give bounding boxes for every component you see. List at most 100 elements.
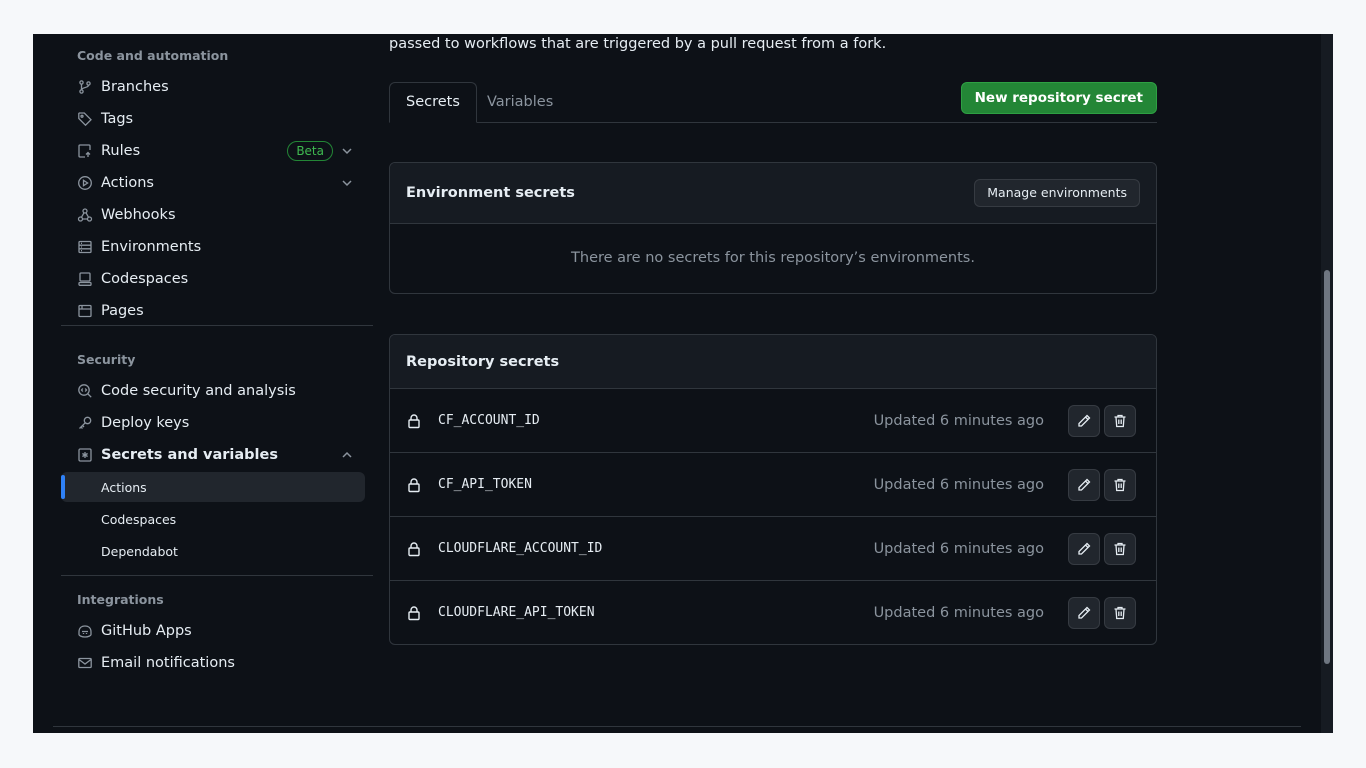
browser-icon (77, 303, 93, 319)
chevron-down-icon[interactable] (339, 143, 355, 159)
secret-row: CF_ACCOUNT_ID Updated 6 minutes ago (390, 389, 1156, 452)
mail-icon (77, 655, 93, 671)
delete-secret-button[interactable] (1104, 532, 1136, 565)
secret-name: CLOUDFLARE_API_TOKEN (438, 605, 595, 620)
repository-secrets-title: Repository secrets (406, 353, 560, 370)
lock-icon (408, 477, 420, 492)
sidebar-item-codespaces[interactable]: Codespaces (61, 263, 365, 295)
section-title-code-automation: Code and automation (77, 48, 229, 63)
asterisk-icon (77, 447, 93, 463)
footer-divider (53, 726, 1301, 727)
sidebar-item-rules[interactable]: Rules Beta (61, 135, 365, 167)
section-title-integrations: Integrations (77, 592, 164, 607)
sidebar-item-tags[interactable]: Tags (61, 103, 365, 135)
secret-row: CLOUDFLARE_ACCOUNT_ID Updated 6 minutes … (390, 516, 1156, 580)
sidebar-item-label: Tags (101, 111, 134, 127)
sidebar-divider (61, 325, 373, 326)
sidebar-item-label: Code security and analysis (101, 383, 296, 399)
secret-updated: Updated 6 minutes ago (873, 604, 1044, 621)
server-icon (77, 239, 93, 255)
delete-secret-button[interactable] (1104, 404, 1136, 437)
chevron-down-icon[interactable] (339, 175, 355, 191)
sidebar-subitem-label: Actions (101, 479, 147, 495)
sidebar-item-label: Email notifications (101, 655, 235, 671)
environment-secrets-header: Environment secrets Manage environments (390, 163, 1156, 224)
sidebar-item-email-notifications[interactable]: Email notifications (61, 647, 365, 679)
delete-secret-button[interactable] (1104, 596, 1136, 629)
sidebar-subitem-label: Dependabot (101, 543, 178, 559)
active-indicator (61, 475, 65, 499)
secret-name: CF_API_TOKEN (438, 477, 532, 492)
new-repository-secret-button[interactable]: New repository secret (960, 82, 1157, 114)
environment-secrets-box: Environment secrets Manage environments … (389, 162, 1157, 294)
repository-secrets-header: Repository secrets (390, 335, 1156, 389)
trash-icon (1114, 606, 1126, 619)
manage-environments-button[interactable]: Manage environments (974, 179, 1140, 207)
beta-badge: Beta (287, 141, 333, 161)
pencil-icon (1078, 542, 1091, 555)
browser-viewport: Code and automation Branches Tags Rules … (33, 34, 1333, 733)
sidebar-item-label: Environments (101, 239, 202, 255)
environment-secrets-title: Environment secrets (406, 185, 575, 201)
sidebar-item-label: Rules (101, 143, 141, 159)
trash-icon (1114, 478, 1126, 491)
rules-icon (77, 143, 93, 159)
secrets-list: CF_ACCOUNT_ID Updated 6 minutes ago CF_A… (390, 389, 1156, 644)
sidebar-subitem-codespaces[interactable]: Codespaces (61, 504, 365, 534)
sidebar-item-deploy-keys[interactable]: Deploy keys (61, 407, 365, 439)
section-title-security: Security (77, 352, 136, 367)
page-scrollbar[interactable] (1321, 34, 1333, 733)
delete-secret-button[interactable] (1104, 468, 1136, 501)
git-branch-icon (77, 79, 93, 95)
edit-secret-button[interactable] (1068, 596, 1100, 629)
sidebar-item-code-security[interactable]: Code security and analysis (61, 375, 365, 407)
tab-secrets[interactable]: Secrets (389, 82, 477, 123)
secret-updated: Updated 6 minutes ago (873, 412, 1044, 429)
scrollbar-thumb[interactable] (1324, 270, 1330, 664)
sidebar-item-label: Secrets and variables (101, 447, 278, 463)
secret-name: CF_ACCOUNT_ID (438, 413, 540, 428)
lock-icon (408, 541, 420, 556)
edit-secret-button[interactable] (1068, 404, 1100, 437)
sidebar-subitem-dependabot[interactable]: Dependabot (61, 536, 365, 566)
sidebar-subitem-actions[interactable]: Actions (61, 472, 365, 502)
sidebar-item-label: Deploy keys (101, 415, 190, 431)
sidebar-item-label: Webhooks (101, 207, 176, 223)
sidebar-item-actions[interactable]: Actions (61, 167, 365, 199)
secret-name: CLOUDFLARE_ACCOUNT_ID (438, 541, 603, 556)
tag-icon (77, 111, 93, 127)
trash-icon (1114, 542, 1126, 555)
sidebar-item-pages[interactable]: Pages (61, 295, 365, 327)
pencil-icon (1078, 414, 1091, 427)
lock-icon (408, 605, 420, 620)
play-icon (77, 175, 93, 191)
sidebar-divider (61, 575, 373, 576)
secret-row: CF_API_TOKEN Updated 6 minutes ago (390, 452, 1156, 516)
tab-variables[interactable]: Variables (471, 82, 569, 122)
pencil-icon (1078, 478, 1091, 491)
sidebar-item-label: Branches (101, 79, 169, 95)
edit-secret-button[interactable] (1068, 468, 1100, 501)
copilot-icon (77, 623, 93, 639)
sidebar-item-label: Codespaces (101, 271, 189, 287)
codespaces-icon (77, 271, 93, 287)
key-icon (77, 415, 93, 431)
sidebar-item-environments[interactable]: Environments (61, 231, 365, 263)
sidebar-item-secrets-variables[interactable]: Secrets and variables (61, 439, 365, 471)
repository-secrets-box: Repository secrets CF_ACCOUNT_ID Updated… (389, 334, 1157, 645)
secret-row: CLOUDFLARE_API_TOKEN Updated 6 minutes a… (390, 580, 1156, 644)
secret-updated: Updated 6 minutes ago (873, 540, 1044, 557)
sidebar-item-label: Actions (101, 175, 154, 191)
sidebar-item-branches[interactable]: Branches (61, 71, 365, 103)
sidebar-item-webhooks[interactable]: Webhooks (61, 199, 365, 231)
sidebar-subitem-label: Codespaces (101, 511, 177, 527)
edit-secret-button[interactable] (1068, 532, 1100, 565)
codescan-icon (77, 383, 93, 399)
sidebar-item-label: Pages (101, 303, 144, 319)
pencil-icon (1078, 606, 1091, 619)
trash-icon (1114, 414, 1126, 427)
chevron-up-icon[interactable] (339, 447, 355, 463)
empty-state-text: There are no secrets for this repository… (571, 250, 975, 266)
webhook-icon (77, 207, 93, 223)
sidebar-item-github-apps[interactable]: GitHub Apps (61, 615, 365, 647)
